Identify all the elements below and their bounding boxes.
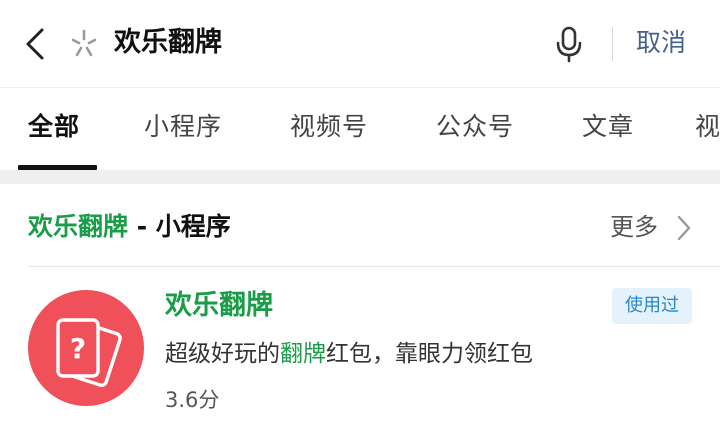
mini-program-result[interactable]: ? 欢乐翻牌 使用过 超级好玩的翻牌红包，靠眼力领红包 3.6分 <box>0 268 720 424</box>
section-title-type: - 小程序 <box>128 212 231 241</box>
app-description: 超级好玩的翻牌红包，靠眼力领红包 <box>165 336 533 372</box>
back-button[interactable] <box>18 24 54 64</box>
tab-channels[interactable]: 视频号 <box>290 108 368 146</box>
section-title-keyword: 欢乐翻牌 <box>28 212 129 241</box>
question-card-icon: ? <box>56 318 122 387</box>
search-divider <box>612 27 613 61</box>
used-before-badge: 使用过 <box>612 288 692 324</box>
more-button[interactable]: 更多 <box>610 208 658 246</box>
app-icon[interactable]: ? <box>28 290 144 406</box>
section-title: 欢乐翻牌 - 小程序 <box>28 208 231 246</box>
chevron-right-icon[interactable] <box>676 214 692 242</box>
section-header: 欢乐翻牌 - 小程序 更多 <box>0 184 720 267</box>
description-text-rest: 红包，靠眼力领红包 <box>326 341 533 367</box>
microphone-icon <box>556 26 582 63</box>
app-name[interactable]: 欢乐翻牌 <box>165 286 273 326</box>
cancel-button[interactable]: 取消 <box>636 22 686 64</box>
tab-official-accounts[interactable]: 公众号 <box>436 108 514 146</box>
search-input[interactable]: 欢乐翻牌 <box>114 22 222 64</box>
svg-text:?: ? <box>70 332 86 365</box>
tab-videos[interactable]: 视 <box>695 108 720 146</box>
search-tabs: 全部 小程序 视频号 公众号 文章 视 <box>0 87 720 170</box>
section-divider <box>28 266 720 267</box>
tab-all[interactable]: 全部 <box>28 108 80 146</box>
chevron-left-icon <box>26 28 44 60</box>
tab-articles[interactable]: 文章 <box>582 108 634 146</box>
section-gap <box>0 170 720 184</box>
description-keyword: 翻牌 <box>280 341 326 367</box>
tab-mini-programs[interactable]: 小程序 <box>144 108 222 146</box>
voice-search-button[interactable] <box>553 24 585 64</box>
wechat-search-spark-icon <box>68 28 100 60</box>
search-bar: 欢乐翻牌 取消 <box>0 0 720 86</box>
description-text: 超级好玩的 <box>165 341 280 367</box>
app-rating: 3.6分 <box>165 388 220 412</box>
